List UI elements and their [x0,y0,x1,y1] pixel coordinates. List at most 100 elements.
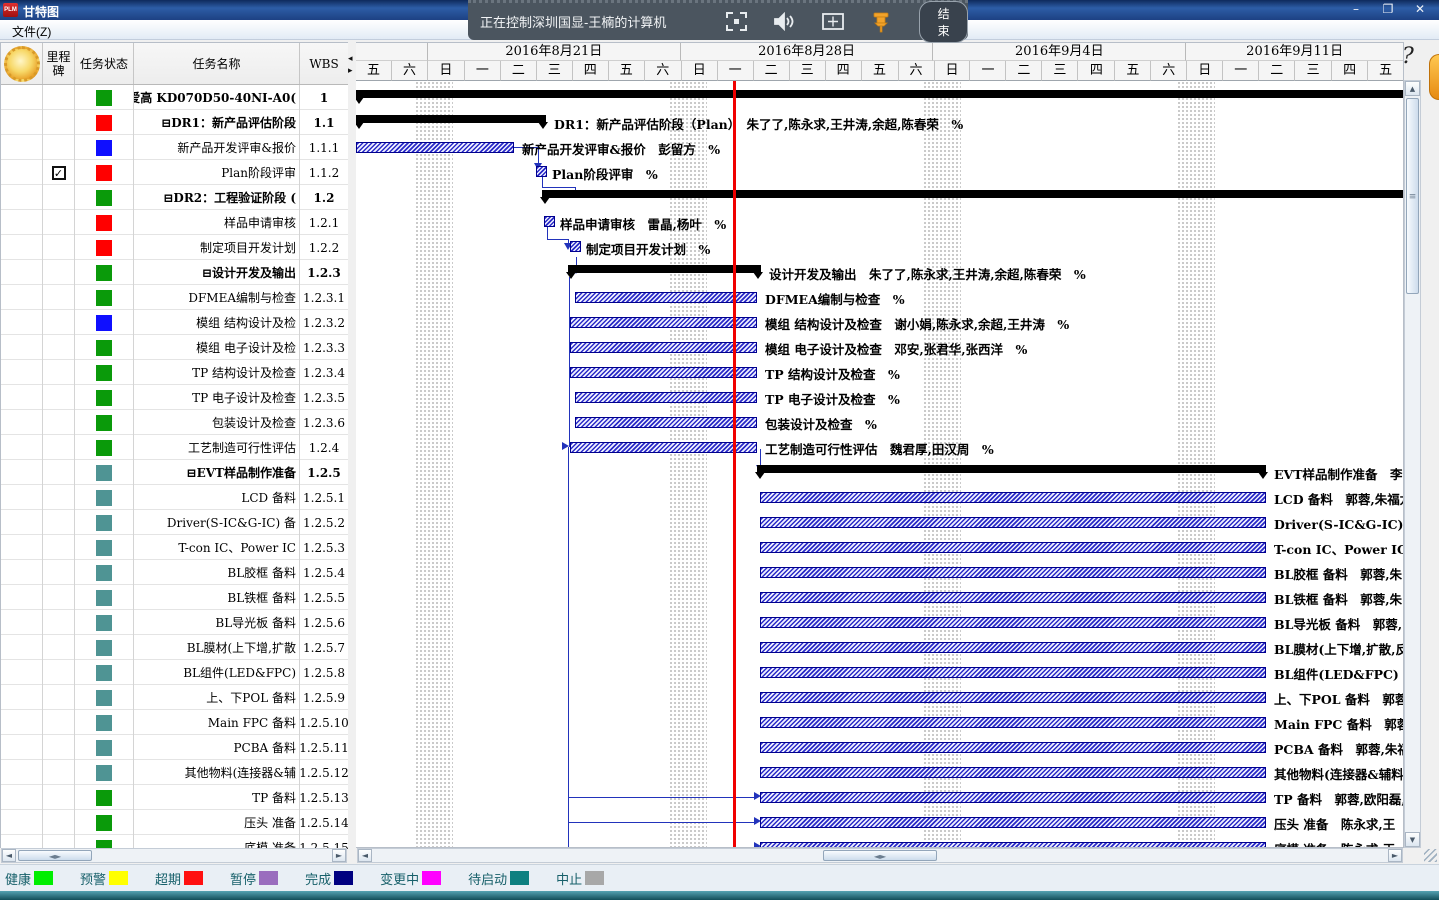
task-bar[interactable] [760,742,1266,753]
splitter-left-icon[interactable]: ◂ [348,54,353,64]
milestone-cell[interactable] [43,810,75,835]
task-name-cell[interactable]: TP 结构设计及检查 [134,360,300,385]
task-bar[interactable] [356,142,514,153]
monitor-plus-icon[interactable] [821,12,845,31]
gantt-row[interactable]: T-con IC、Power IC 备料 [356,535,1404,560]
task-name-cell[interactable]: BL铁框 备料 [134,585,300,610]
gantt-row[interactable]: DR1：新产品评估阶段（Plan） 朱了了,陈永求,王井涛,余超,陈春荣 % [356,110,1404,135]
task-name-cell[interactable]: Main FPC 备料 [134,710,300,735]
fullscreen-icon[interactable] [726,12,747,31]
gantt-row[interactable] [356,85,1404,110]
gantt-row[interactable]: BL膜材(上下增,扩散,反 [356,635,1404,660]
milestone-cell[interactable] [43,685,75,710]
milestone-cell[interactable] [43,835,75,849]
task-name-cell[interactable]: 模组 结构设计及检 [134,310,300,335]
task-row[interactable]: 包装设计及检查1.2.3.6 [1,410,348,435]
milestone-cell[interactable] [43,235,75,260]
task-bar[interactable] [760,767,1266,778]
task-row[interactable]: 模组 电子设计及检1.2.3.3 [1,335,348,360]
end-session-button[interactable]: 结束 [919,1,968,43]
gantt-vertical-scrollbar[interactable]: ▲ ≡ ▼ [1404,80,1421,848]
summary-bar[interactable] [356,90,1404,98]
task-row[interactable]: LCD 备料1.2.5.1 [1,485,348,510]
task-row[interactable]: TP 电子设计及检查1.2.3.5 [1,385,348,410]
menu-file[interactable]: 文件(Z) [8,22,55,41]
scroll-up-button[interactable]: ▲ [1405,81,1420,96]
task-name-cell[interactable]: BL膜材(上下增,扩散 [134,635,300,660]
task-row[interactable]: 制定项目开发计划1.2.2 [1,235,348,260]
task-bar[interactable] [570,317,757,328]
task-name-cell[interactable]: 新产品开发评审&报价 [134,135,300,160]
milestone-cell[interactable] [43,460,75,485]
milestone-cell[interactable] [43,710,75,735]
task-row[interactable]: 底模 准备1.2.5.15 [1,835,348,849]
task-row[interactable]: 工艺制造可行性评估1.2.4 [1,435,348,460]
task-row[interactable]: PCBA 备料1.2.5.11 [1,735,348,760]
milestone-cell[interactable] [43,535,75,560]
task-bar[interactable] [570,367,757,378]
milestone-cell[interactable] [43,485,75,510]
gantt-row[interactable]: DFMEA编制与检查 % [356,285,1404,310]
task-bar[interactable] [760,567,1266,578]
task-row[interactable]: 新产品开发评审&报价1.1.1 [1,135,348,160]
gantt-row[interactable]: BL铁框 备料 郭蓉,朱 [356,585,1404,610]
floating-assistant-ball[interactable] [1429,54,1439,100]
task-row[interactable]: ⊟DR1：新产品评估阶段1.1 [1,110,348,135]
milestone-cell[interactable] [43,210,75,235]
milestone-cell[interactable] [43,285,75,310]
task-name-cell[interactable]: 底模 准备 [134,835,300,849]
pin-icon[interactable] [871,11,891,33]
close-button[interactable]: ✕ [1409,2,1431,17]
task-name-cell[interactable]: TP 电子设计及检查 [134,385,300,410]
task-bar[interactable] [760,542,1266,553]
milestone-cell[interactable] [43,385,75,410]
task-name-cell[interactable]: 压头 准备 [134,810,300,835]
task-bar[interactable] [575,392,757,403]
gantt-scroll-right-button[interactable]: ► [1388,849,1402,862]
gantt-row[interactable]: 样品申请审核 雷晶,杨叶 % [356,210,1404,235]
panel-splitter[interactable]: ◂ ▸ [348,42,356,848]
task-row[interactable]: BL导光板 备料1.2.5.6 [1,610,348,635]
task-row[interactable]: ✓Plan阶段评审1.1.2 [1,160,348,185]
task-name-cell[interactable]: Driver(S-IC&G-IC) 备 [134,510,300,535]
milestone-cell[interactable] [43,760,75,785]
task-row[interactable]: Driver(S-IC&G-IC) 备1.2.5.2 [1,510,348,535]
milestone-cell[interactable] [43,310,75,335]
gantt-row[interactable]: PCBA 备料 郭蓉,朱福 [356,735,1404,760]
task-name-cell[interactable]: 制定项目开发计划 [134,235,300,260]
resize-grip[interactable] [1424,849,1437,862]
gantt-row[interactable]: 设计开发及输出 朱了了,陈永求,王井涛,余超,陈春荣 % [356,260,1404,285]
gantt-row[interactable]: EVT样品制作准备 李 [356,460,1404,485]
task-row[interactable]: TP 结构设计及检查1.2.3.4 [1,360,348,385]
vertical-scroll-thumb[interactable]: ≡ [1406,98,1419,294]
milestone-cell[interactable] [43,735,75,760]
task-name-cell[interactable]: TP 备料 [134,785,300,810]
task-row[interactable]: T-con IC、Power IC1.2.5.3 [1,535,348,560]
task-row[interactable]: Main FPC 备料1.2.5.10 [1,710,348,735]
gantt-row[interactable]: LCD 备料 郭蓉,朱福龙 [356,485,1404,510]
task-row[interactable]: DFMEA编制与检查1.2.3.1 [1,285,348,310]
gantt-scroll-left-button[interactable]: ◄ [358,849,372,862]
gantt-row[interactable]: 新产品开发评审&报价 彭留方 % [356,135,1404,160]
task-name-cell[interactable]: 上、下POL 备料 [134,685,300,710]
task-name-cell[interactable]: PCBA 备料 [134,735,300,760]
task-name-cell[interactable]: DFMEA编制与检查 [134,285,300,310]
gantt-row[interactable]: 底模 准备 陈永求,王 [356,835,1404,848]
scroll-left-button[interactable]: ◄ [2,849,16,862]
gantt-row[interactable]: 模组 结构设计及检查 谢小娟,陈永求,余超,王井涛 % [356,310,1404,335]
milestone-cell[interactable] [43,110,75,135]
milestone-cell[interactable] [43,85,75,110]
help-icon[interactable]: ? [1402,44,1414,69]
milestone-cell[interactable] [43,185,75,210]
task-bar[interactable] [760,717,1266,728]
task-row[interactable]: TP 备料1.2.5.13 [1,785,348,810]
task-row[interactable]: BL胶框 备料1.2.5.4 [1,560,348,585]
task-row[interactable]: ⊟EVT样品制作准备1.2.5 [1,460,348,485]
task-bar[interactable] [760,817,1266,828]
summary-bar[interactable] [542,190,1404,198]
milestone-cell[interactable] [43,585,75,610]
milestone-cell[interactable] [43,410,75,435]
task-bar[interactable] [760,517,1266,528]
task-row[interactable]: ⊟爱高 KD070D50-40NI-A0(1 [1,85,348,110]
milestone-cell[interactable] [43,435,75,460]
